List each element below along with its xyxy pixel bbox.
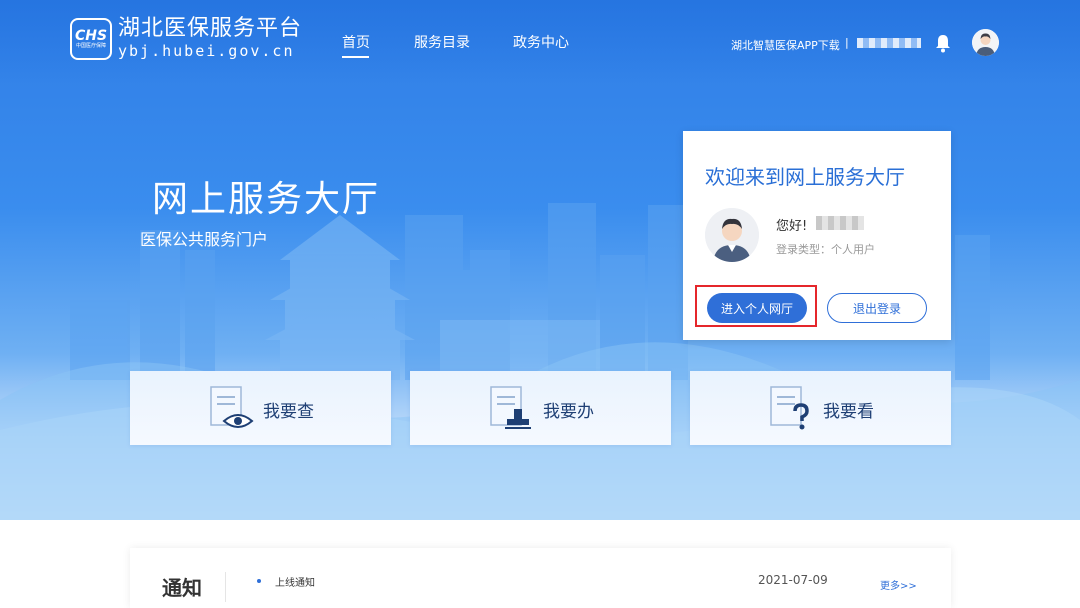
- hero-subtitle: 医保公共服务门户: [140, 230, 269, 249]
- service-label-handle: 我要办: [543, 402, 594, 422]
- welcome-heading: 欢迎来到网上服务大厅: [705, 165, 905, 189]
- notice-title: 通知: [162, 576, 202, 600]
- service-card-query[interactable]: 我要查: [130, 371, 391, 445]
- login-type-text: 登录类型：个人用户: [776, 243, 875, 256]
- document-eye-icon: [210, 386, 254, 428]
- username-blurred[interactable]: [857, 38, 921, 48]
- user-avatar-icon[interactable]: [972, 29, 999, 56]
- nav-item-home[interactable]: 首页: [342, 32, 370, 52]
- document-stamp-icon: [490, 386, 531, 429]
- app-download-link[interactable]: 湖北智慧医保APP下载: [731, 37, 840, 53]
- service-card-handle[interactable]: 我要办: [410, 371, 671, 445]
- login-card: 欢迎来到网上服务大厅 您好! 登录类型：个人用户 进入个人网厅 退出登录: [683, 131, 951, 340]
- chs-logo[interactable]: CHS 中国医疗保障: [70, 18, 112, 60]
- nav-active-indicator: [342, 56, 369, 58]
- user-avatar-large-icon: [705, 208, 759, 262]
- logo-badge-text: CHS: [74, 27, 108, 44]
- notice-item-title[interactable]: 上线通知: [275, 574, 315, 589]
- service-label-view: 我要看: [823, 402, 874, 422]
- service-label-query: 我要查: [263, 402, 314, 422]
- enter-personal-hall-button[interactable]: 进入个人网厅: [707, 293, 807, 323]
- notice-bullet-icon: [257, 579, 261, 583]
- notice-panel: 通知 上线通知 2021-07-09 更多>>: [130, 548, 951, 608]
- document-question-icon: [770, 386, 809, 430]
- logo-badge-subtext: 中国医疗保障: [75, 42, 106, 49]
- hero-title: 网上服务大厅: [152, 179, 381, 220]
- logout-button[interactable]: 退出登录: [827, 293, 927, 323]
- site-domain: ybj.hubei.gov.cn: [118, 42, 295, 60]
- greeting-text: 您好!: [776, 219, 808, 234]
- nav-item-government-center[interactable]: 政务中心: [513, 32, 569, 52]
- site-name[interactable]: 湖北医保服务平台: [118, 16, 302, 42]
- header-separator: |: [845, 36, 849, 49]
- notice-more-link[interactable]: 更多>>: [880, 577, 917, 592]
- nav-item-service-catalog[interactable]: 服务目录: [414, 32, 470, 52]
- greeting-username-blurred: [816, 216, 864, 230]
- notice-divider: [225, 572, 226, 602]
- notice-item-date: 2021-07-09: [758, 573, 828, 587]
- bell-icon[interactable]: [934, 33, 952, 53]
- service-card-view[interactable]: 我要看: [690, 371, 951, 445]
